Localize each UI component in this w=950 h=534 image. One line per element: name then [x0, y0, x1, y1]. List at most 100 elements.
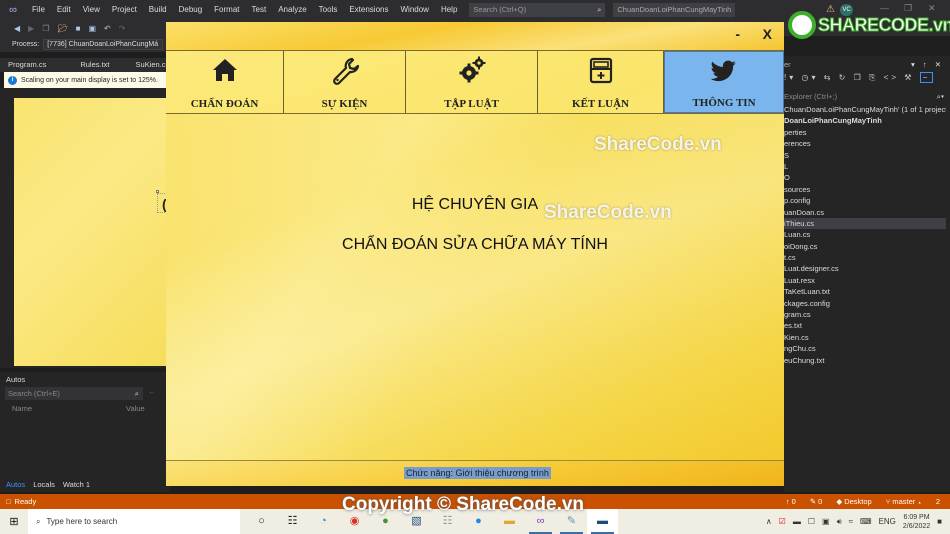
display-icon[interactable]: ▣: [822, 517, 830, 526]
wifi-icon[interactable]: ≈: [849, 517, 853, 526]
volume-icon[interactable]: 🔊︎: [837, 517, 842, 527]
collapse-icon[interactable]: ❐: [854, 73, 864, 82]
action-center-icon[interactable]: ■: [937, 517, 942, 526]
clock[interactable]: 6:09 PM 2/6/2022: [903, 513, 930, 531]
status-repo[interactable]: ◆ Desktop: [836, 497, 871, 506]
refresh-icon[interactable]: ↻: [839, 73, 849, 82]
network-app-icon[interactable]: ☷: [432, 509, 463, 534]
menu-tools[interactable]: Tools: [313, 0, 344, 20]
status-branch[interactable]: ⑂ master ▴: [886, 497, 922, 506]
code-icon[interactable]: <>: [884, 73, 899, 82]
solution-tree-item[interactable]: Kien.cs: [784, 332, 946, 343]
solution-tree-item[interactable]: O: [784, 172, 946, 183]
menu-edit[interactable]: Edit: [51, 0, 77, 20]
preview-icon[interactable]: −: [919, 72, 934, 83]
tab-watch-1[interactable]: Watch 1: [63, 480, 90, 489]
tab-rules-txt[interactable]: Rules.txt: [54, 58, 117, 72]
solution-tree-item[interactable]: sources: [784, 184, 946, 195]
solution-search-input[interactable]: Explorer (Ctrl+;) ⌕▾: [784, 90, 946, 103]
nav-tap-luat[interactable]: TẬP LUẬT: [406, 51, 538, 113]
solution-tree-item[interactable]: es.txt: [784, 320, 946, 331]
menu-project[interactable]: Project: [106, 0, 143, 20]
keyboard-icon[interactable]: ⌨: [860, 517, 872, 526]
app-window-icon[interactable]: ▬: [587, 509, 618, 534]
solution-tree-item[interactable]: euChung.txt: [784, 355, 946, 366]
tab-program-cs[interactable]: Program.cs: [0, 58, 54, 72]
solution-tree-item[interactable]: Luat.resx: [784, 275, 946, 286]
zalo-icon[interactable]: ●: [463, 509, 494, 534]
history-icon[interactable]: ◷▾: [801, 73, 818, 82]
dev-app-icon[interactable]: ▧: [401, 509, 432, 534]
panel-controls[interactable]: ▾ ↑ ✕: [911, 60, 944, 69]
solution-tree-item[interactable]: Luan.cs: [784, 229, 946, 240]
menu-extensions[interactable]: Extensions: [343, 0, 394, 20]
windows-start-icon[interactable]: ⊞: [0, 515, 28, 528]
status-edits[interactable]: ✎ 0: [810, 497, 823, 506]
show-all-icon[interactable]: ⎘: [869, 73, 878, 82]
tab-autos[interactable]: Autos: [6, 480, 25, 489]
status-push[interactable]: ↑ 0: [786, 497, 796, 506]
sync-icon[interactable]: ⇆: [824, 73, 834, 82]
menu-test[interactable]: Test: [246, 0, 273, 20]
menu-analyze[interactable]: Analyze: [272, 0, 312, 20]
solution-tree-item[interactable]: ngChu.cs: [784, 343, 946, 354]
solution-tree-item[interactable]: erences: [784, 138, 946, 149]
solution-tree-item[interactable]: L: [784, 161, 946, 172]
solution-tree-item[interactable]: iThieu.cs: [784, 217, 946, 230]
visual-studio-icon[interactable]: ∞: [525, 509, 556, 534]
menu-debug[interactable]: Debug: [173, 0, 209, 20]
menu-help[interactable]: Help: [435, 0, 463, 20]
nav-chan-doan[interactable]: CHẨN ĐOÁN: [166, 51, 284, 113]
forward-icon[interactable]: ▶: [28, 24, 34, 33]
cortana-icon[interactable]: ○: [246, 509, 277, 534]
new-project-icon[interactable]: ❐: [42, 24, 49, 33]
nav-su-kien[interactable]: SỰ KIỆN: [284, 51, 406, 113]
solution-tree-item[interactable]: perties: [784, 127, 946, 138]
vs-search-input[interactable]: Search (Ctrl+Q) ⌕: [469, 3, 606, 17]
notifications-badge[interactable]: 2: [936, 497, 940, 506]
solution-tree-item[interactable]: DoanLoiPhanCungMayTinh: [784, 115, 946, 126]
solution-tree-item[interactable]: oiDong.cs: [784, 241, 946, 252]
solution-tree-item[interactable]: TaKetLuan.txt: [784, 286, 946, 297]
tray-expand-icon[interactable]: ∧: [766, 517, 772, 526]
designer-form-preview[interactable]: [14, 98, 170, 366]
green-app-icon[interactable]: ●: [370, 509, 401, 534]
solution-tree-item[interactable]: gram.cs: [784, 309, 946, 320]
file-explorer-icon[interactable]: ▬: [494, 509, 525, 534]
app-minimize-button[interactable]: -: [735, 26, 740, 42]
solution-tree-item[interactable]: t.cs: [784, 252, 946, 263]
edge-icon[interactable]: ◔: [308, 509, 339, 534]
pending-changes-icon[interactable]: !▾: [784, 73, 796, 82]
back-icon[interactable]: ◀: [14, 24, 20, 33]
nav-ket-luan[interactable]: KẾT LUẬN: [538, 51, 664, 113]
meet-icon[interactable]: ☐: [808, 517, 815, 526]
properties-icon[interactable]: ⚒: [904, 73, 914, 82]
nav-thong-tin[interactable]: THÔNG TIN: [664, 51, 784, 113]
solution-tree-item[interactable]: ChuanDoanLoiPhanCungMayTinh' (1 of 1 pro…: [784, 104, 946, 115]
menu-build[interactable]: Build: [143, 0, 173, 20]
solution-tree-item[interactable]: uanDoan.cs: [784, 207, 946, 218]
redo-icon[interactable]: ↷: [119, 24, 126, 33]
paint-icon[interactable]: ✎: [556, 509, 587, 534]
menu-file[interactable]: File: [26, 0, 51, 20]
chrome-icon[interactable]: ◉: [339, 509, 370, 534]
undo-icon[interactable]: ↶: [104, 24, 111, 33]
back-arrow-icon[interactable]: ←: [148, 387, 156, 396]
menu-format[interactable]: Format: [208, 0, 245, 20]
solution-tree-item[interactable]: Luat.designer.cs: [784, 263, 946, 274]
tray-app-icon[interactable]: ▬: [793, 517, 801, 526]
process-select[interactable]: [7736] ChuanDoanLoiPhanCungMá: [43, 38, 164, 50]
open-icon[interactable]: 📂︎: [57, 24, 67, 33]
solution-tree-item[interactable]: p.config: [784, 195, 946, 206]
app-close-button[interactable]: X: [763, 26, 772, 42]
menu-view[interactable]: View: [77, 0, 106, 20]
app-titlebar[interactable]: - X: [166, 22, 784, 50]
solution-tree-item[interactable]: ckages.config: [784, 298, 946, 309]
language-indicator[interactable]: ENG: [879, 517, 896, 526]
task-view-icon[interactable]: ☷: [277, 509, 308, 534]
solution-tree-item[interactable]: S: [784, 150, 946, 161]
vivaldi-tray-icon[interactable]: ☑: [779, 517, 786, 526]
save-icon[interactable]: ■: [76, 24, 81, 33]
autos-search-input[interactable]: Search (Ctrl+E) ⌕: [5, 387, 143, 400]
save-all-icon[interactable]: ▣: [88, 24, 96, 33]
